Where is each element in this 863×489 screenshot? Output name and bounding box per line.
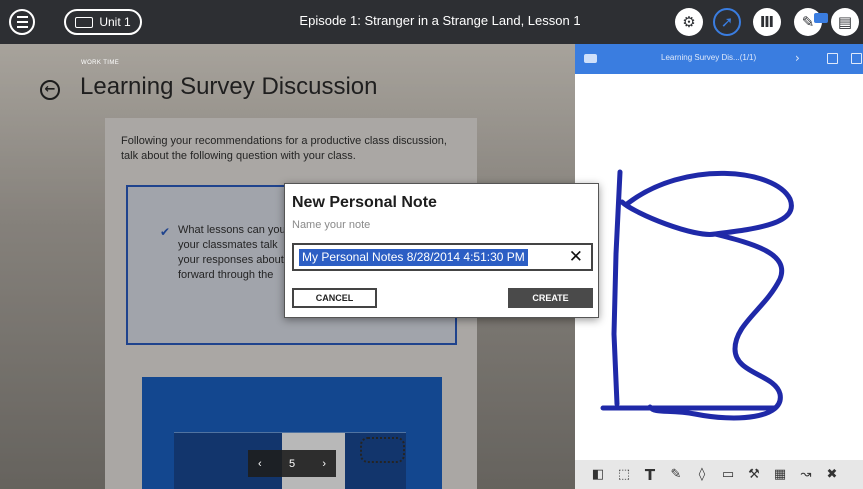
ink-drawing[interactable] <box>575 74 863 460</box>
next-page-button[interactable]: › <box>322 458 326 470</box>
tools-icon[interactable]: ⚙ <box>675 8 703 36</box>
grid-icon[interactable]: ▦ <box>769 466 791 484</box>
library-icon[interactable]: Ⅲ <box>753 8 781 36</box>
notes-title: Learning Survey Dis...(1/1) <box>661 53 757 62</box>
ink-stroke-curve <box>619 170 794 421</box>
chevron-right-icon[interactable]: › <box>795 51 800 65</box>
top-bar: Unit 1 Episode 1: Stranger in a Strange … <box>0 0 863 44</box>
menu-icon[interactable] <box>9 9 35 35</box>
ink-stroke-vertical <box>611 169 623 407</box>
section-label: WORK TIME <box>81 60 120 66</box>
clipboard-icon[interactable]: ▤ <box>831 8 859 36</box>
page-title: Learning Survey Discussion <box>80 73 378 100</box>
wrench-icon[interactable]: ⚒ <box>743 466 765 484</box>
notes-icon[interactable]: ✎ <box>794 8 828 36</box>
notes-toolbar: ◧ ⬚ T ✎ ◊ ▭ ⚒ ▦ ↝ ✖ <box>575 460 863 489</box>
clear-icon[interactable]: ✕ <box>569 247 583 267</box>
compass-icon[interactable]: ➚ <box>713 8 741 36</box>
trash-icon[interactable]: ✖ <box>821 466 843 484</box>
prev-page-button[interactable]: ‹ <box>258 458 262 470</box>
note-name-value[interactable]: My Personal Notes 8/28/2014 4:51:30 PM <box>299 249 528 266</box>
new-note-dialog: New Personal Note Name your note My Pers… <box>284 183 599 318</box>
page-number: 5 <box>288 457 296 470</box>
back-arrow-icon[interactable]: ← <box>40 80 60 100</box>
text-tool-icon[interactable]: T <box>639 466 661 484</box>
eraser-icon[interactable]: ◊ <box>691 466 713 484</box>
image-icon[interactable]: ▭ <box>717 466 739 484</box>
notes-panel: Learning Survey Dis...(1/1) › ◧ ⬚ T ✎ ◊ … <box>575 44 863 489</box>
notes-badge <box>814 13 828 23</box>
episode-title: Episode 1: Stranger in a Strange Land, L… <box>299 13 581 28</box>
pen-icon[interactable]: ✎ <box>665 466 687 484</box>
connector-icon[interactable]: ↝ <box>795 466 817 484</box>
select-icon[interactable]: ⬚ <box>613 466 635 484</box>
chat-icon[interactable] <box>584 54 597 63</box>
export-icon[interactable] <box>827 53 838 64</box>
note-name-input[interactable]: My Personal Notes 8/28/2014 4:51:30 PM ✕ <box>292 243 593 271</box>
share-icon[interactable] <box>851 53 862 64</box>
dialog-subtitle: Name your note <box>292 219 371 231</box>
unit-button[interactable]: Unit 1 <box>64 9 142 35</box>
cancel-button[interactable]: CANCEL <box>292 288 377 308</box>
create-button[interactable]: CREATE <box>508 288 593 308</box>
unit-label: Unit 1 <box>99 15 131 29</box>
dialog-title: New Personal Note <box>292 194 437 211</box>
pager: ‹ 5 › <box>248 450 336 477</box>
eraser-block-icon[interactable]: ◧ <box>587 466 609 484</box>
keyboard-icon <box>75 16 94 28</box>
notes-header: Learning Survey Dis...(1/1) › <box>575 44 863 74</box>
